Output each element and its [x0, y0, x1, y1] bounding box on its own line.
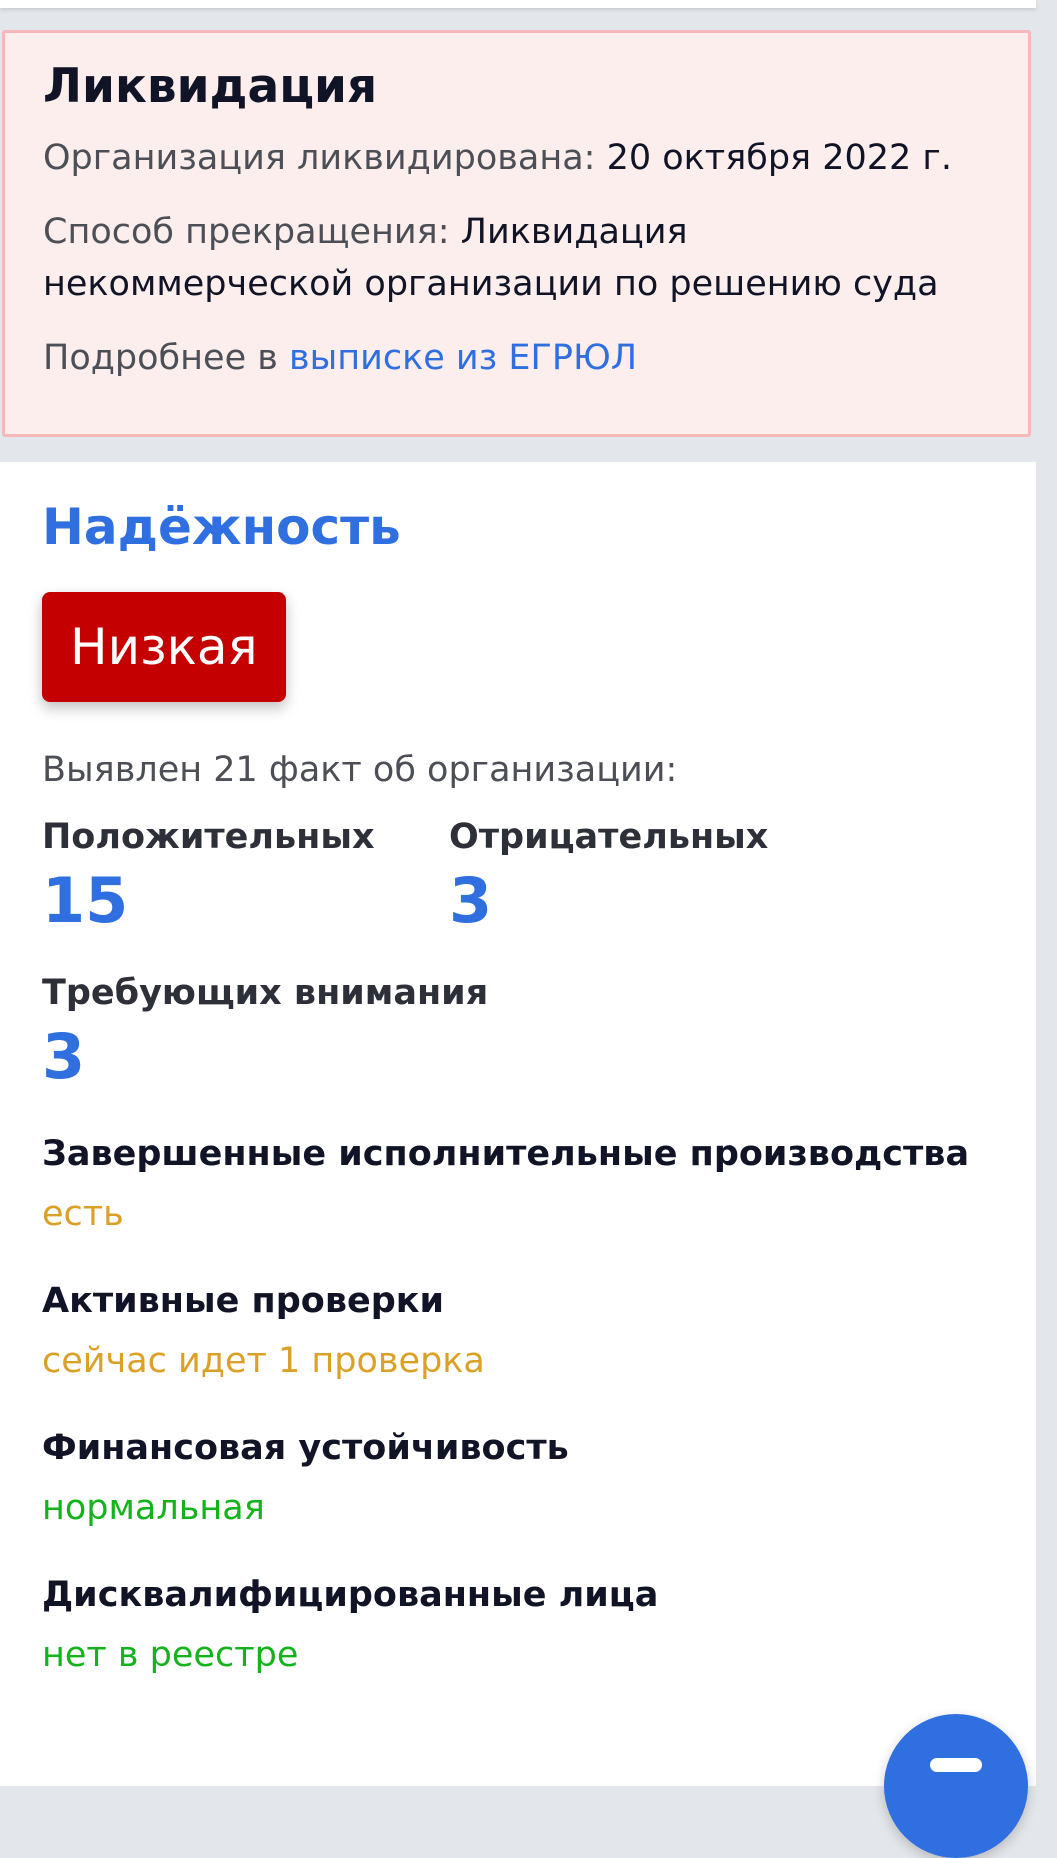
fact-item-value: нет в реестре: [42, 1634, 299, 1675]
reliability-title[interactable]: Надёжность: [42, 502, 994, 552]
stat-attention-label: Требующих внимания: [42, 973, 489, 1013]
liquidation-method-label: Способ прекращения:: [43, 212, 450, 252]
fact-item-disqualified-persons[interactable]: Дисквалифицированные лица нет в реестре: [42, 1573, 994, 1678]
egrul-extract-link[interactable]: выписке из ЕГРЮЛ: [289, 338, 637, 378]
stat-negative[interactable]: Отрицательных 3: [449, 816, 768, 938]
stat-positive-value: 15: [42, 864, 129, 937]
fact-item-value: есть: [42, 1193, 124, 1234]
fact-item-value: сейчас идет 1 проверка: [42, 1340, 485, 1381]
reliability-card: Надёжность Низкая Выявлен 21 факт об орг…: [0, 462, 1036, 1786]
stat-attention[interactable]: Требующих внимания 3: [42, 972, 488, 1094]
fact-item-label: Финансовая устойчивость: [42, 1428, 569, 1468]
top-card-edge: [0, 0, 1036, 8]
stat-positive[interactable]: Положительных 15: [42, 816, 375, 938]
fact-item-label: Завершенные исполнительные производства: [42, 1134, 970, 1174]
stat-attention-value: 3: [42, 1020, 86, 1093]
fact-item-financial-stability[interactable]: Финансовая устойчивость нормальная: [42, 1426, 994, 1531]
facts-stats: Положительных 15 Отрицательных 3 Требующ…: [42, 816, 994, 1136]
chat-button[interactable]: [884, 1714, 1028, 1858]
liquidation-date-row: Организация ликвидирована: 20 октября 20…: [43, 132, 990, 184]
liquidation-more-prefix: Подробнее в: [43, 338, 278, 378]
liquidation-method-row: Способ прекращения: Ликвидация некоммерч…: [43, 206, 990, 310]
fact-item-label: Активные проверки: [42, 1281, 445, 1321]
fact-item-label: Дисквалифицированные лица: [42, 1575, 659, 1615]
stat-negative-label: Отрицательных: [449, 817, 769, 857]
fact-item-value: нормальная: [42, 1487, 265, 1528]
liquidation-date-value: 20 октября 2022 г.: [606, 138, 952, 178]
stat-positive-label: Положительных: [42, 817, 375, 857]
reliability-badge: Низкая: [42, 592, 286, 702]
stat-negative-value: 3: [449, 864, 493, 937]
fact-item-enforcement[interactable]: Завершенные исполнительные производства …: [42, 1132, 994, 1237]
liquidation-more-row: Подробнее в выписке из ЕГРЮЛ: [43, 332, 990, 384]
liquidation-notice: Ликвидация Организация ликвидирована: 20…: [2, 30, 1031, 437]
fact-item-inspections[interactable]: Активные проверки сейчас идет 1 проверка: [42, 1279, 994, 1384]
facts-intro: Выявлен 21 факт об организации:: [42, 750, 678, 790]
liquidation-title: Ликвидация: [43, 59, 378, 114]
chat-icon: [930, 1758, 982, 1772]
liquidation-date-label: Организация ликвидирована:: [43, 138, 596, 178]
